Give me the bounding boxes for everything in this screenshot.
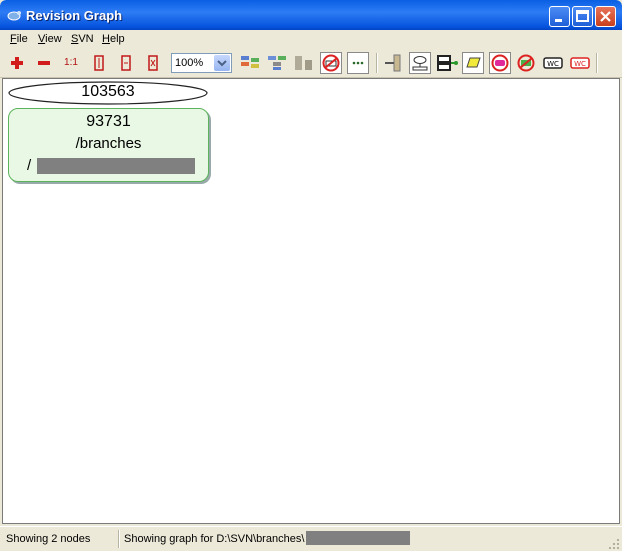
fit-width-button[interactable]	[115, 52, 137, 74]
show-all-revisions-button[interactable]	[320, 52, 342, 74]
show-head-revisions-button[interactable]	[462, 52, 484, 74]
graph-canvas[interactable]: 103563 93731 /branches /	[2, 78, 620, 524]
menu-help-accelerator: H	[102, 33, 110, 45]
status-pane-path: Showing graph for D:\SVN\branches\	[122, 531, 612, 548]
svg-text:WC: WC	[574, 60, 586, 68]
title-bar[interactable]: Revision Graph	[0, 0, 622, 30]
toolbar-separator	[376, 53, 378, 73]
show-wc-button[interactable]: WC	[542, 52, 564, 74]
status-bar: Showing 2 nodes Showing graph for D:\SVN…	[0, 526, 622, 551]
split-branches-button[interactable]	[436, 52, 458, 74]
dots-icon	[352, 61, 364, 65]
group-right-icon	[268, 56, 286, 70]
oldest-on-top-button[interactable]	[293, 52, 315, 74]
head-node-revision: 103563	[81, 83, 135, 100]
menu-view[interactable]: View	[38, 33, 62, 45]
show-wc-modifications-button[interactable]: WC	[569, 52, 591, 74]
fit-height-button[interactable]	[88, 52, 110, 74]
minimize-button[interactable]	[549, 6, 570, 27]
status-graph-path: Showing graph for D:\SVN\branches\	[124, 533, 305, 545]
branch-node-subpath: /	[27, 157, 32, 174]
maximize-button[interactable]	[572, 6, 593, 27]
branch-node-path: /branches	[75, 135, 142, 152]
status-separator	[118, 530, 120, 548]
branch-node[interactable]: 93731 /branches /	[8, 108, 209, 182]
menu-view-label: iew	[45, 33, 62, 45]
toolbar: 1:1 100% WC WC	[0, 49, 622, 78]
group-branches-icon	[241, 56, 259, 68]
menu-help[interactable]: Help	[102, 33, 125, 45]
group-branches-right-button[interactable]	[266, 52, 288, 74]
menu-svn-label: VN	[78, 33, 94, 45]
fold-tags-icon	[412, 56, 428, 71]
zoom-out-icon	[38, 61, 50, 65]
fit-window-button[interactable]	[142, 52, 164, 74]
zoom-out-button[interactable]	[33, 52, 55, 74]
oldest-on-top-icon	[295, 56, 312, 70]
zoom-dropdown-arrow[interactable]	[214, 55, 230, 71]
copy-source-icon	[385, 54, 401, 72]
split-branches-icon	[437, 55, 458, 71]
svg-text:WC: WC	[547, 60, 559, 68]
chevron-down-icon	[217, 60, 227, 67]
exact-copy-source-button[interactable]	[382, 52, 404, 74]
fit-height-icon	[94, 55, 104, 71]
head-revision-icon	[466, 57, 481, 68]
resize-grip-icon[interactable]	[608, 538, 620, 550]
close-icon	[600, 11, 611, 22]
branch-node-revision: 93731	[86, 113, 131, 130]
wc-revision-icon	[491, 54, 509, 72]
menu-file-label: ile	[16, 33, 28, 45]
revision-graph-window: Revision Graph File View SVN Help 1:1 10…	[0, 0, 622, 551]
menu-file[interactable]: File	[10, 33, 28, 45]
group-branches-left-button[interactable]	[239, 52, 261, 74]
zoom-in-button[interactable]	[6, 52, 28, 74]
fit-width-icon	[121, 55, 131, 71]
maximize-icon	[576, 10, 589, 22]
zoom-select[interactable]: 100%	[171, 53, 232, 73]
fold-tags-button[interactable]	[409, 52, 431, 74]
status-pane-nodes: Showing 2 nodes	[4, 531, 116, 548]
redacted-path	[37, 158, 195, 174]
zoom-100-button[interactable]: 1:1	[60, 52, 82, 74]
close-button[interactable]	[595, 6, 616, 27]
redacted-status-path	[306, 531, 410, 545]
toolbar-separator-end	[596, 53, 598, 73]
zoom-value: 100%	[175, 57, 204, 69]
window-title: Revision Graph	[26, 8, 123, 23]
reduce-cross-lines-button[interactable]	[347, 52, 369, 74]
zoom-in-icon	[11, 57, 23, 69]
fit-window-icon	[148, 55, 158, 71]
wc-modified-icon: WC	[570, 57, 590, 69]
status-node-count: Showing 2 nodes	[6, 533, 91, 545]
menu-help-label: elp	[109, 33, 125, 45]
menu-bar: File View SVN Help	[0, 30, 622, 48]
hide-deleted-icon	[517, 54, 535, 72]
menu-svn[interactable]: SVN	[71, 33, 94, 45]
minimize-icon	[555, 19, 562, 22]
no-revisions-icon	[322, 54, 340, 72]
hide-deleted-button[interactable]	[515, 52, 537, 74]
show-wc-revision-button[interactable]	[489, 52, 511, 74]
menu-file-accelerator: F	[10, 33, 17, 45]
wc-icon: WC	[543, 57, 563, 69]
tortoise-app-icon	[7, 11, 21, 21]
